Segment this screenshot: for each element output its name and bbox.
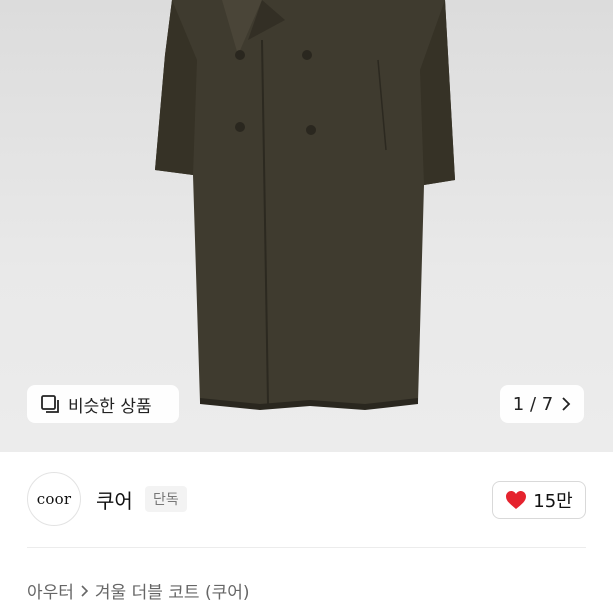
heart-icon: [506, 491, 527, 509]
breadcrumb: 아우터 겨울 더블 코트 (쿠어): [27, 578, 250, 603]
similar-items-label: 비슷한 상품: [68, 396, 152, 417]
pager-counter: 1 / 7: [513, 394, 553, 415]
breadcrumb-category[interactable]: 아우터: [27, 578, 74, 603]
exclusive-badge: 단독: [145, 486, 187, 512]
chevron-right-icon: [562, 397, 571, 411]
like-button[interactable]: 15만: [492, 481, 586, 519]
divider: [27, 547, 586, 548]
product-image-carousel[interactable]: 비슷한 상품 1 / 7: [0, 0, 613, 452]
like-count: 15만: [533, 491, 573, 512]
breadcrumb-product: 겨울 더블 코트 (쿠어): [94, 583, 250, 603]
brand-name[interactable]: 쿠어: [96, 485, 133, 514]
pager-current: 1: [512, 393, 525, 415]
image-pager-button[interactable]: 1 / 7: [500, 385, 584, 423]
pager-total: 7: [541, 393, 554, 415]
similar-items-button[interactable]: 비슷한 상품: [27, 385, 179, 423]
brand-logo-text: coor: [36, 490, 72, 508]
similar-items-icon: [41, 395, 59, 413]
brand-logo[interactable]: coor: [27, 472, 81, 526]
pager-separator: /: [529, 393, 537, 415]
brand-row: coor 쿠어 단독 15만: [0, 470, 613, 530]
chevron-right-icon: [81, 584, 89, 597]
